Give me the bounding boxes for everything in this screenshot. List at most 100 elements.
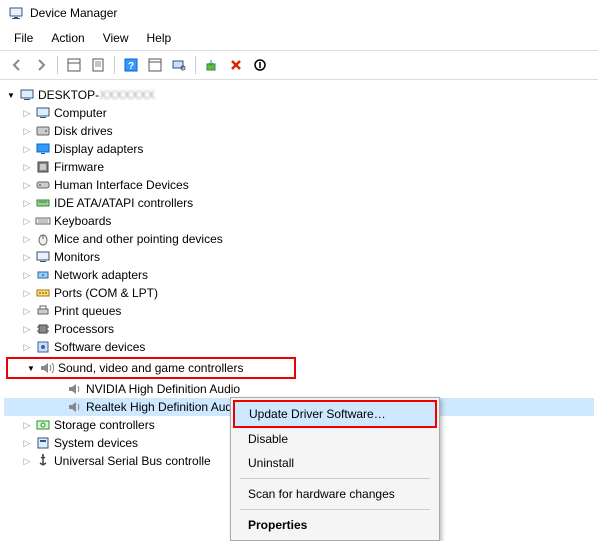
expand-icon[interactable] [20,324,34,335]
scan-hardware-button[interactable] [168,54,190,76]
tree-item[interactable]: Mice and other pointing devices [4,230,594,248]
expand-icon[interactable] [20,180,34,191]
menu-view[interactable]: View [95,28,137,48]
tree-item-label: Processors [54,322,114,336]
expand-icon[interactable] [24,363,38,373]
tree-item[interactable]: Computer [4,104,594,122]
properties-button[interactable] [87,54,109,76]
tree-item-label: IDE ATA/ATAPI controllers [54,196,193,210]
expand-icon[interactable] [20,420,34,431]
tree-item-label: NVIDIA High Definition Audio [86,382,240,396]
expand-icon[interactable] [20,198,34,209]
menu-action[interactable]: Action [43,28,92,48]
mouse-icon [35,231,51,247]
expand-icon[interactable] [20,306,34,317]
tree-root[interactable]: DESKTOP-XXXXXXX [4,86,594,104]
expand-icon[interactable] [20,270,34,281]
tree-item[interactable]: Print queues [4,302,594,320]
help-button[interactable]: ? [120,54,142,76]
uninstall-button[interactable] [225,54,247,76]
back-button[interactable] [6,54,28,76]
network-icon [35,267,51,283]
expand-icon[interactable] [20,234,34,245]
storage-icon [35,417,51,433]
speaker-icon [39,360,55,376]
tree-item[interactable]: Processors [4,320,594,338]
ctx-scan[interactable]: Scan for hardware changes [234,482,436,506]
show-hide-button[interactable] [63,54,85,76]
tree-item-label: Keyboards [54,214,111,228]
tree-item-label: Monitors [54,250,100,264]
expand-icon[interactable] [20,456,34,467]
tree-item-label: Storage controllers [54,418,155,432]
tree-item[interactable]: Network adapters [4,266,594,284]
expand-icon[interactable] [20,438,34,449]
tree-item-label: Display adapters [54,142,143,156]
update-driver-button[interactable] [201,54,223,76]
device-manager-icon [8,5,24,21]
tree-item[interactable]: Display adapters [4,140,594,158]
software-icon [35,339,51,355]
firmware-icon [35,159,51,175]
menu-file[interactable]: File [6,28,41,48]
root-label: DESKTOP- [38,88,99,102]
tree-item-label: Firmware [54,160,104,174]
toolbar: ? [0,51,598,80]
tree-item[interactable]: Software devices [4,338,594,356]
cpu-icon [35,321,51,337]
tree-item-label: Mice and other pointing devices [54,232,223,246]
tree-item[interactable]: NVIDIA High Definition Audio [4,380,594,398]
tree-item-label: Universal Serial Bus controlle [54,454,211,468]
tree-item[interactable]: Monitors [4,248,594,266]
ide-icon [35,195,51,211]
tree-item-label: Computer [54,106,107,120]
ctx-properties[interactable]: Properties [234,513,436,537]
tree-item[interactable]: Ports (COM & LPT) [4,284,594,302]
computer-icon [19,87,35,103]
computer-icon [35,105,51,121]
expand-icon[interactable] [20,162,34,173]
expand-icon[interactable] [20,288,34,299]
tree-item-label: Print queues [54,304,121,318]
expand-icon[interactable] [20,126,34,137]
tree-item-label: Human Interface Devices [54,178,189,192]
forward-button[interactable] [30,54,52,76]
category-label: Sound, video and game controllers [58,361,243,375]
disable-button[interactable] [249,54,271,76]
expand-icon[interactable] [20,216,34,227]
ctx-update-driver[interactable]: Update Driver Software… [235,402,435,426]
action-button[interactable] [144,54,166,76]
tree-item-label: Network adapters [54,268,148,282]
system-icon [35,435,51,451]
tree-item[interactable]: Keyboards [4,212,594,230]
ctx-disable[interactable]: Disable [234,427,436,451]
expand-icon[interactable] [20,108,34,119]
tree-item[interactable]: Human Interface Devices [4,176,594,194]
keyboard-icon [35,213,51,229]
usb-icon [35,453,51,469]
expand-icon[interactable] [20,342,34,353]
window-title: Device Manager [30,6,117,20]
port-icon [35,285,51,301]
tree-item-label: Software devices [54,340,145,354]
monitor-icon [35,249,51,265]
disk-icon [35,123,51,139]
tree-item-label: System devices [54,436,138,450]
tree-item-label: Disk drives [54,124,113,138]
printer-icon [35,303,51,319]
expand-icon[interactable] [20,144,34,155]
tree-item-label: Ports (COM & LPT) [54,286,158,300]
speaker-icon [67,399,83,415]
tree-item[interactable]: IDE ATA/ATAPI controllers [4,194,594,212]
ctx-uninstall[interactable]: Uninstall [234,451,436,475]
root-blur: XXXXXXX [99,88,155,102]
menu-help[interactable]: Help [139,28,180,48]
expand-icon[interactable] [4,90,18,100]
context-menu: Update Driver Software… Disable Uninstal… [230,397,440,541]
menubar: File Action View Help [0,26,598,51]
expand-icon[interactable] [20,252,34,263]
tree-item[interactable]: Firmware [4,158,594,176]
svg-text:?: ? [128,61,134,72]
category-sound[interactable]: Sound, video and game controllers [8,359,294,377]
tree-item[interactable]: Disk drives [4,122,594,140]
